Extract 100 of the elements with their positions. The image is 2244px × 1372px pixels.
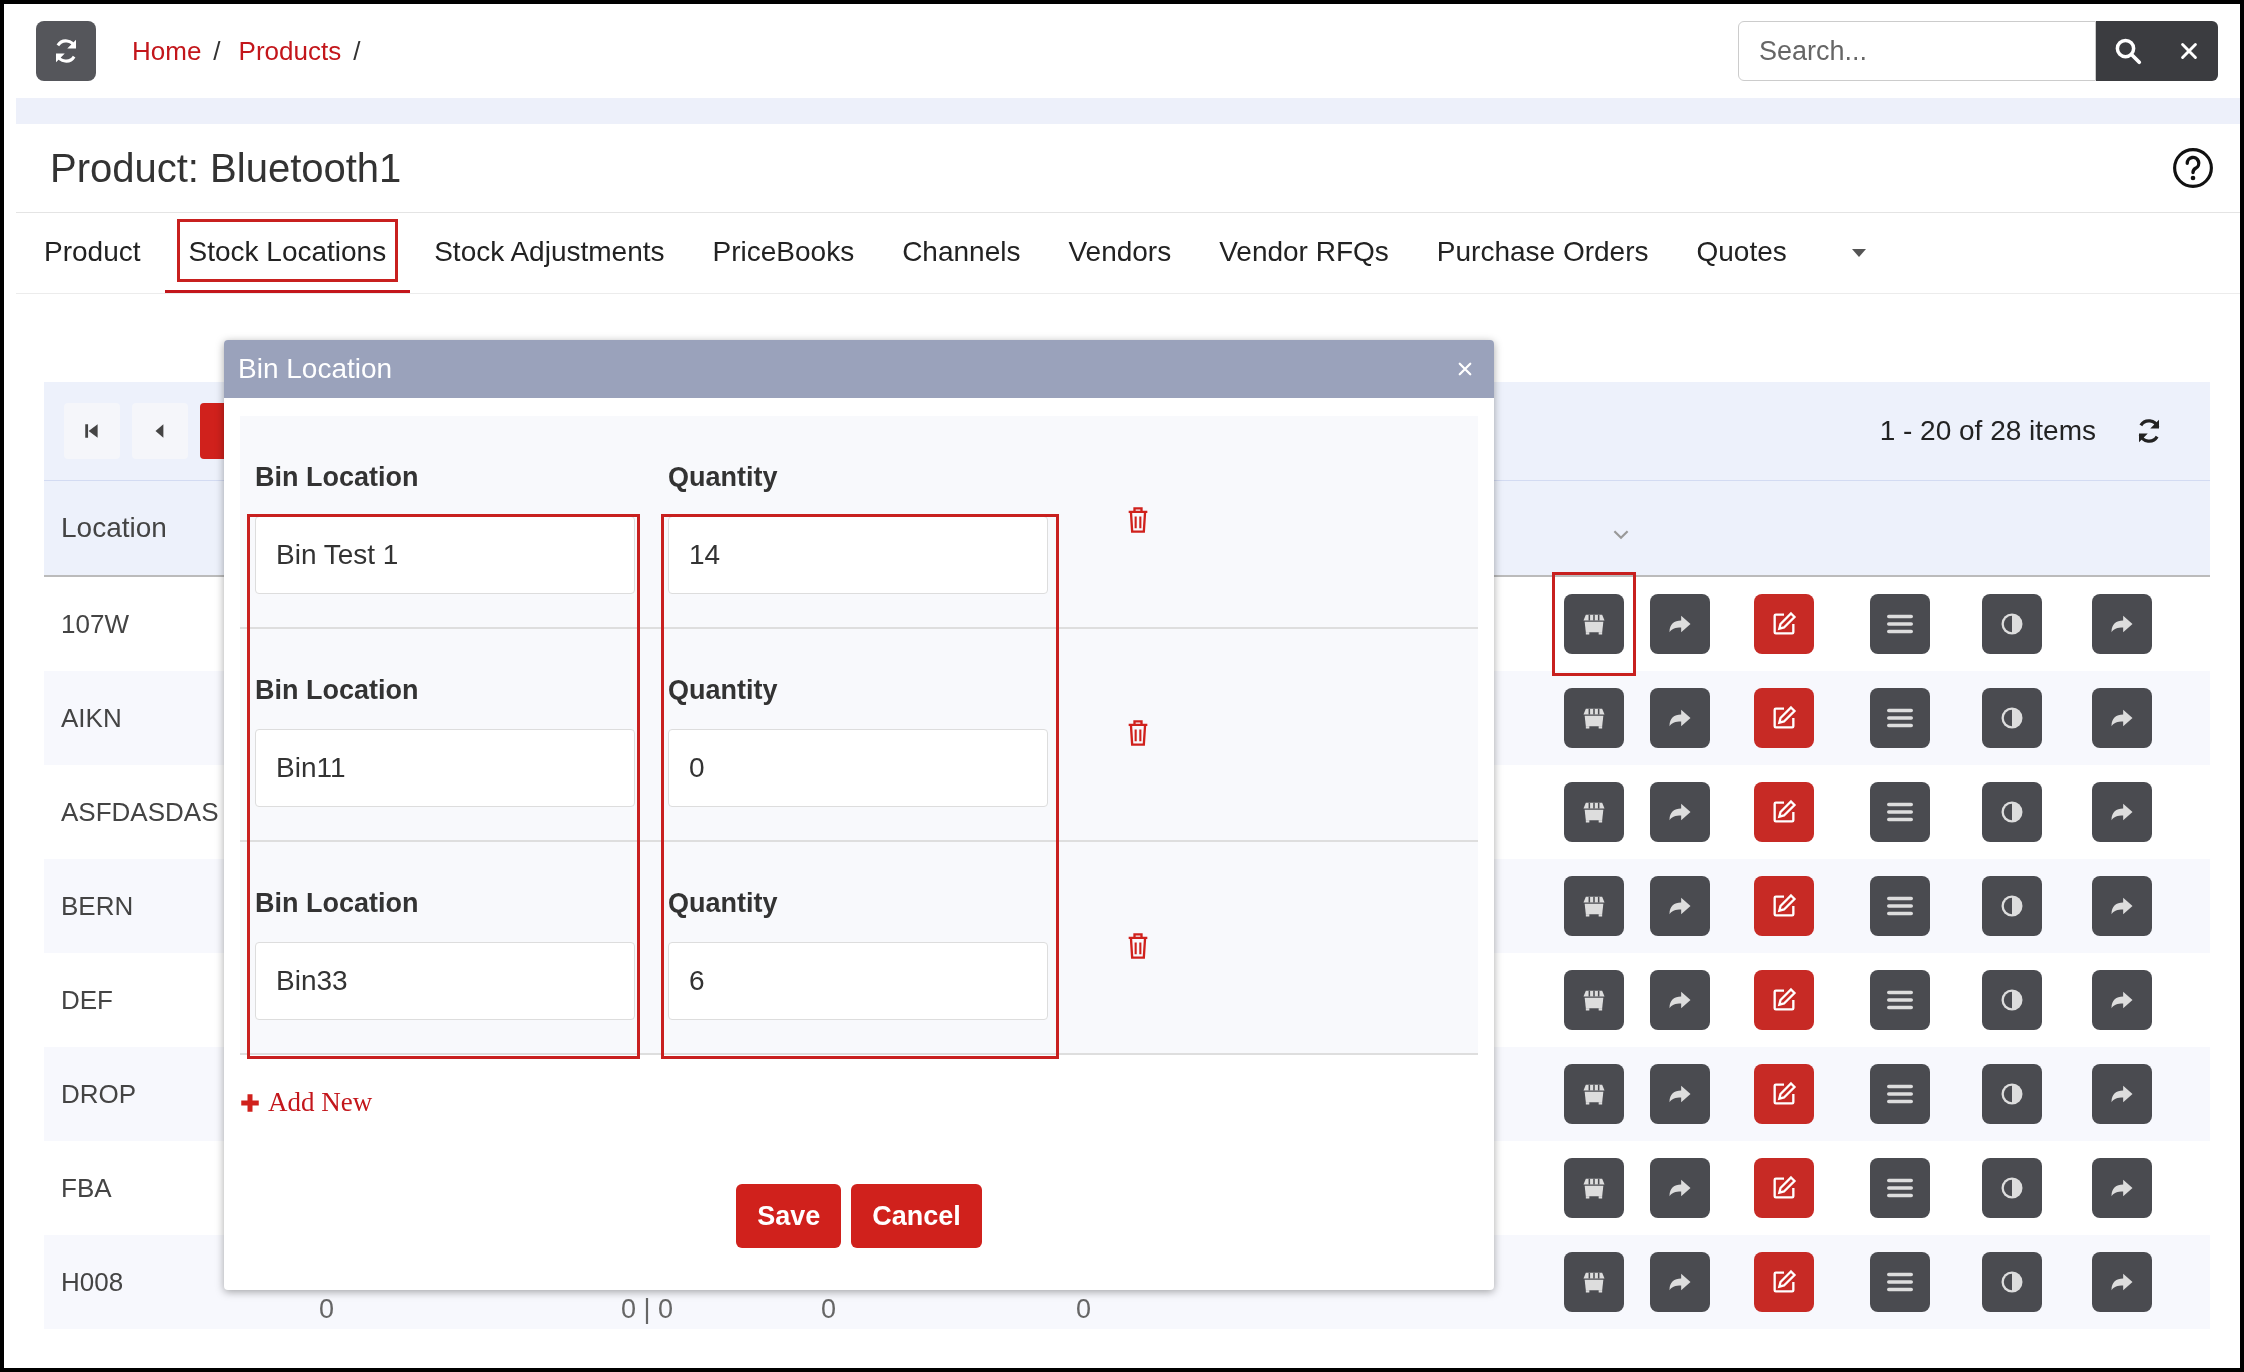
bin-button[interactable] (1564, 1064, 1624, 1124)
share-button[interactable] (2092, 782, 2152, 842)
share-button[interactable] (2092, 876, 2152, 936)
tab[interactable]: Purchase Orders (1412, 213, 1673, 293)
forward-button[interactable] (1650, 1158, 1710, 1218)
breadcrumb-link[interactable]: Home (132, 35, 202, 67)
pager-summary: 1 - 20 of 28 items (1879, 415, 2096, 447)
table-cell: H008 (61, 1266, 124, 1297)
edit-button[interactable] (1754, 594, 1814, 654)
forward-button[interactable] (1650, 782, 1710, 842)
bin-location-field[interactable]: Bin11 (255, 729, 635, 807)
tab[interactable]: Vendors (1044, 213, 1196, 293)
bin-location-field[interactable]: Bin Test 1 (255, 516, 635, 594)
search-button[interactable] (2096, 21, 2160, 81)
close-icon (2178, 40, 2200, 62)
breadcrumb-separator: / (353, 35, 361, 67)
list-button[interactable] (1870, 594, 1930, 654)
first-page-button[interactable] (64, 403, 120, 459)
contrast-button[interactable] (1982, 688, 2042, 748)
forward-button[interactable] (1650, 688, 1710, 748)
table-cell: BERN (61, 890, 134, 921)
list-button[interactable] (1870, 970, 1930, 1030)
bin-button[interactable] (1564, 594, 1624, 654)
table-cell-text: 0 (319, 1294, 336, 1325)
field-label: Quantity (668, 675, 779, 707)
close-button[interactable] (2160, 21, 2218, 81)
contrast-button[interactable] (1982, 970, 2042, 1030)
bin-button[interactable] (1564, 876, 1624, 936)
tab[interactable]: Product (20, 213, 165, 293)
field-label: Bin Location (255, 888, 420, 920)
tab[interactable]: Channels (878, 213, 1045, 293)
tab[interactable]: Vendor RFQs (1195, 213, 1413, 293)
edit-button[interactable] (1754, 876, 1814, 936)
forward-button[interactable] (1650, 594, 1710, 654)
trash-icon[interactable] (1126, 506, 1150, 534)
contrast-button[interactable] (1982, 1158, 2042, 1218)
help-icon[interactable] (2172, 147, 2214, 189)
tab[interactable]: Stock Adjustments (410, 213, 689, 293)
table-cell: FBA (61, 1172, 112, 1203)
table-cell: 107W (61, 608, 129, 639)
add-new-link[interactable]: Add New (240, 1087, 373, 1118)
tab[interactable]: Quotes (1672, 213, 1811, 293)
caret-icon[interactable] (1850, 248, 1867, 258)
trash-icon[interactable] (1126, 932, 1150, 960)
field-label: Quantity (668, 462, 779, 494)
save-button[interactable]: Save (736, 1184, 842, 1248)
share-button[interactable] (2092, 1158, 2152, 1218)
close-icon (1456, 360, 1474, 378)
list-button[interactable] (1870, 782, 1930, 842)
contrast-button[interactable] (1982, 1064, 2042, 1124)
modal-title: Bin Location (238, 353, 393, 385)
list-button[interactable] (1870, 1158, 1930, 1218)
contrast-button[interactable] (1982, 1252, 2042, 1312)
bin-button[interactable] (1564, 1252, 1624, 1312)
edit-button[interactable] (1754, 1158, 1814, 1218)
breadcrumb-link[interactable]: Products (238, 35, 342, 67)
quantity-field[interactable]: 14 (668, 516, 1048, 594)
list-button[interactable] (1870, 688, 1930, 748)
list-button[interactable] (1870, 1064, 1930, 1124)
table-cell: ASFDASDAS (61, 796, 219, 827)
edit-button[interactable] (1754, 688, 1814, 748)
share-button[interactable] (2092, 594, 2152, 654)
bin-location-field[interactable]: Bin33 (255, 942, 635, 1020)
forward-button[interactable] (1650, 876, 1710, 936)
quantity-field[interactable]: 6 (668, 942, 1048, 1020)
forward-button[interactable] (1650, 1064, 1710, 1124)
bin-button[interactable] (1564, 970, 1624, 1030)
cancel-button[interactable]: Cancel (851, 1184, 982, 1248)
contrast-button[interactable] (1982, 594, 2042, 654)
table-cell-text: 0 (1076, 1294, 1093, 1325)
trash-icon[interactable] (1126, 719, 1150, 747)
list-button[interactable] (1870, 1252, 1930, 1312)
share-button[interactable] (2092, 1064, 2152, 1124)
share-button[interactable] (2092, 1252, 2152, 1312)
field-label: Bin Location (255, 675, 420, 707)
bin-button[interactable] (1564, 1158, 1624, 1218)
bin-button[interactable] (1564, 782, 1624, 842)
table-cell: AIKN (61, 702, 122, 733)
edit-button[interactable] (1754, 970, 1814, 1030)
field-label: Bin Location (255, 462, 420, 494)
forward-button[interactable] (1650, 970, 1710, 1030)
list-button[interactable] (1870, 876, 1930, 936)
breadcrumb-separator: / (213, 35, 221, 67)
search-field[interactable]: Search... (1738, 21, 2096, 81)
share-button[interactable] (2092, 970, 2152, 1030)
edit-button[interactable] (1754, 782, 1814, 842)
refresh-button[interactable] (36, 21, 96, 81)
quantity-field[interactable]: 0 (668, 729, 1048, 807)
share-button[interactable] (2092, 688, 2152, 748)
table-cell: DEF (61, 984, 113, 1015)
contrast-button[interactable] (1982, 876, 2042, 936)
table-cell-text: 0 (821, 1294, 838, 1325)
edit-button[interactable] (1754, 1064, 1814, 1124)
forward-button[interactable] (1650, 1252, 1710, 1312)
bin-button[interactable] (1564, 688, 1624, 748)
field-label: Quantity (668, 888, 779, 920)
column-header[interactable]: Location (61, 512, 167, 544)
tab[interactable]: PriceBooks (688, 213, 879, 293)
edit-button[interactable] (1754, 1252, 1814, 1312)
contrast-button[interactable] (1982, 782, 2042, 842)
